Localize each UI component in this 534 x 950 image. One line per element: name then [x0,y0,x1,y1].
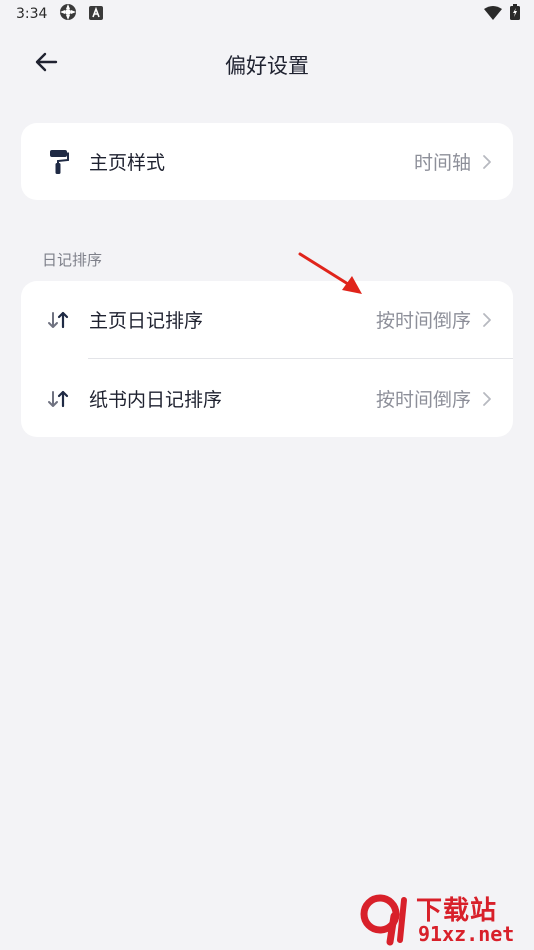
status-time: 3:34 [16,6,48,22]
paint-roller-icon [45,149,71,175]
status-bar: 3:34 [0,0,534,28]
wifi-icon [484,5,502,24]
home-diary-sort-value: 按时间倒序 [375,310,471,332]
home-diary-sort-label: 主页日记排序 [89,310,204,332]
battery-icon [510,4,520,24]
watermark: 下载站 91xz.net [360,888,530,948]
app-notification-icon [59,3,77,25]
home-style-row[interactable]: 主页样式 时间轴 [21,123,513,200]
chevron-right-icon [481,311,493,329]
watermark-url: 91xz.net [418,922,515,946]
home-style-value: 时间轴 [413,152,471,174]
status-right [484,4,520,24]
home-style-label: 主页样式 [89,152,166,174]
row-divider [88,358,513,359]
chevron-right-icon [481,153,493,171]
diary-sort-section-title: 日记排序 [42,251,103,269]
watermark-logo-icon [360,894,407,946]
text-notification-icon [89,5,104,24]
book-diary-sort-label: 纸书内日记排序 [89,389,223,411]
home-diary-sort-row[interactable]: 主页日记排序 按时间倒序 [21,281,513,358]
sort-arrows-icon [45,307,71,333]
chevron-right-icon [481,390,493,408]
page-title: 偏好设置 [225,54,309,78]
book-diary-sort-row[interactable]: 纸书内日记排序 按时间倒序 [21,360,513,437]
app-bar: 偏好设置 [0,36,534,92]
annotation-arrow-icon [298,252,362,294]
status-left: 3:34 [16,3,104,25]
book-diary-sort-value: 按时间倒序 [375,389,471,411]
sort-arrows-icon [45,386,71,412]
diary-sort-card: 主页日记排序 按时间倒序 纸书内日记排序 按时间倒序 [21,281,513,437]
home-style-card: 主页样式 时间轴 [21,123,513,200]
